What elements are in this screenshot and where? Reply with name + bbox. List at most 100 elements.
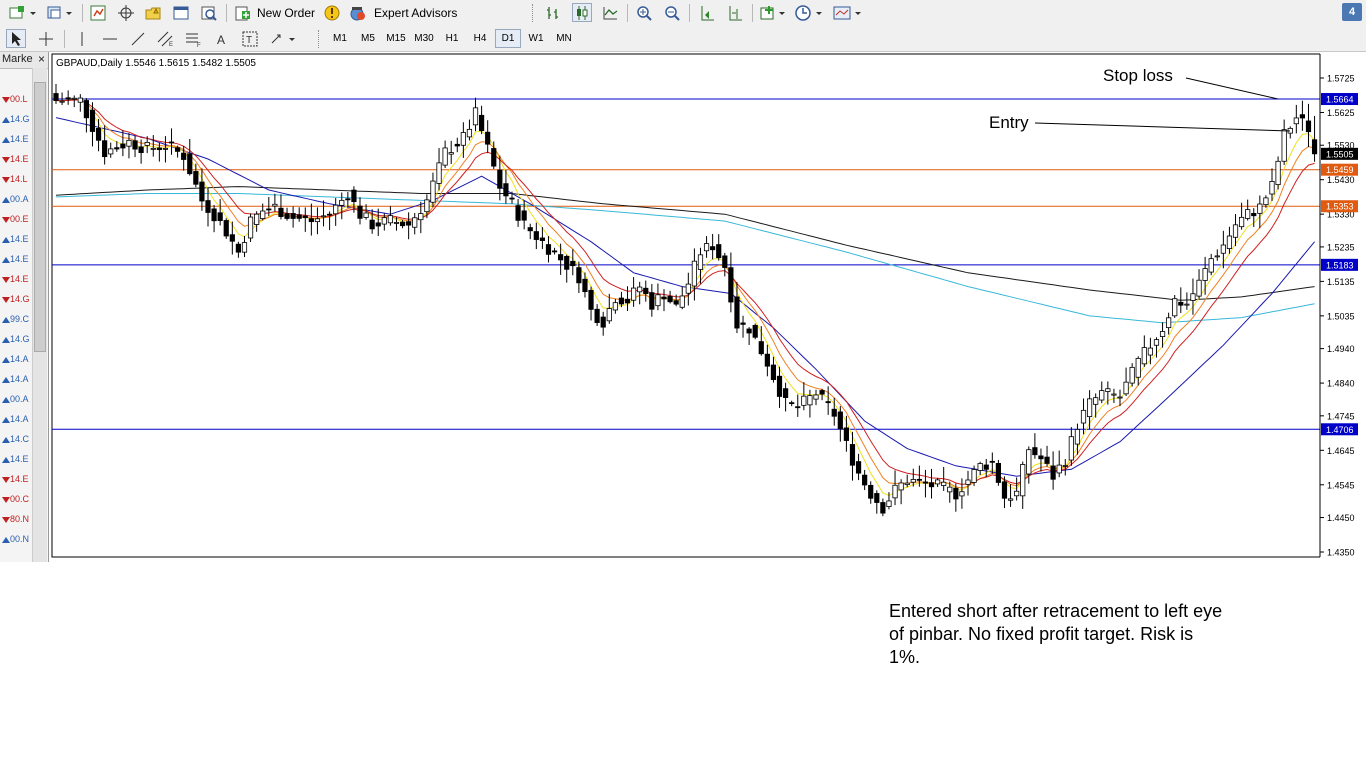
market-watch-row[interactable]: 80.N <box>0 510 30 530</box>
market-watch-row[interactable]: 00.N <box>0 530 30 550</box>
svg-text:F: F <box>197 43 201 47</box>
timeframe-h1[interactable]: H1 <box>439 29 465 48</box>
equidistant-channel-icon[interactable]: E <box>156 29 176 48</box>
zoom-out-icon[interactable] <box>662 3 682 22</box>
timeframe-w1[interactable]: W1 <box>523 29 549 48</box>
autotrading-warning-icon[interactable] <box>322 3 342 22</box>
candlestick-chart-icon[interactable] <box>572 3 592 22</box>
market-watch-row[interactable]: 14.E <box>0 230 30 250</box>
symbol-label: 14.G <box>10 334 30 344</box>
market-watch-row[interactable]: 14.C <box>0 430 30 450</box>
candle <box>247 213 254 242</box>
expert-advisors-icon <box>350 6 365 20</box>
market-watch-panel: Marke × 00.L 14.G 14.E 14.E 14.L 00.A 00.E 14.E… <box>0 52 49 562</box>
timeframe-h4[interactable]: H4 <box>467 29 493 48</box>
navigator-icon[interactable] <box>143 3 163 22</box>
close-icon[interactable]: × <box>38 52 45 66</box>
y-tick-label: 1.5035 <box>1327 311 1355 321</box>
trade-note: Entered short after retracement to left … <box>889 601 1223 667</box>
expert-advisors-button[interactable]: Expert Advisors <box>348 3 458 22</box>
symbol-label: 14.C <box>10 434 30 444</box>
level-price-label: 1.5183 <box>1326 260 1354 270</box>
symbol-label: 00.E <box>10 214 29 224</box>
timeframe-mn[interactable]: MN <box>551 29 577 48</box>
text-tool-icon[interactable]: A <box>212 29 232 48</box>
new-order-icon <box>235 6 250 20</box>
horizontal-line-icon[interactable] <box>100 29 120 48</box>
indicators-icon[interactable] <box>759 3 787 22</box>
timeframe-m15[interactable]: M15 <box>383 29 409 48</box>
periods-icon[interactable] <box>794 3 824 22</box>
timeframe-d1[interactable]: D1 <box>495 29 521 48</box>
candle <box>1172 295 1178 318</box>
y-tick-label: 1.4545 <box>1327 480 1355 490</box>
vertical-line-icon[interactable] <box>72 29 92 48</box>
timeframe-m30[interactable]: M30 <box>411 29 437 48</box>
terminal-icon[interactable] <box>171 3 191 22</box>
symbol-label: 14.L <box>10 174 28 184</box>
candle <box>752 323 758 340</box>
y-tick-label: 1.4840 <box>1327 379 1355 389</box>
chart-window[interactable]: 1.5725 1.5625 1.5530 1.5430 1.5330 1.5235 1.51… <box>50 52 1363 562</box>
market-watch-row[interactable]: 14.E <box>0 130 30 150</box>
current-price-label: 1.5505 <box>1326 149 1354 159</box>
market-watch-row[interactable]: 14.L <box>0 170 30 190</box>
text-label-icon[interactable]: T <box>240 29 260 48</box>
market-watch-row[interactable]: 14.G <box>0 110 30 130</box>
symbol-label: 14.E <box>10 234 29 244</box>
strategy-tester-icon[interactable] <box>199 3 219 22</box>
symbol-label: 14.G <box>10 294 30 304</box>
crosshair-tool-icon[interactable] <box>36 29 56 48</box>
svg-text:A: A <box>217 33 225 47</box>
market-watch-row[interactable]: 00.E <box>0 210 30 230</box>
y-tick-label: 1.5235 <box>1327 242 1355 252</box>
market-watch-row[interactable]: 14.A <box>0 350 30 370</box>
market-watch-row[interactable]: 00.L <box>0 90 30 110</box>
market-watch-row[interactable]: 14.G <box>0 330 30 350</box>
symbol-label: 00.N <box>10 534 30 544</box>
market-watch-row[interactable]: 00.A <box>0 190 30 210</box>
bar-chart-icon[interactable] <box>544 3 564 22</box>
y-tick-label: 1.4745 <box>1327 411 1355 421</box>
market-watch-row[interactable]: 14.G <box>0 290 30 310</box>
market-watch-row[interactable]: 00.C <box>0 490 30 510</box>
timeframe-m5[interactable]: M5 <box>355 29 381 48</box>
symbol-label: 00.C <box>10 494 30 504</box>
drawing-toolbar: E F A T M1 M5 M15 M30 H1 H4 D1 W1 MN <box>0 26 1366 52</box>
fibonacci-icon[interactable]: F <box>184 29 204 48</box>
market-watch-row[interactable]: 14.E <box>0 150 30 170</box>
market-watch-row[interactable]: 14.A <box>0 370 30 390</box>
market-watch-row[interactable]: 14.E <box>0 250 30 270</box>
arrows-tool-icon[interactable] <box>268 29 298 48</box>
price-chart[interactable]: 1.57251.56251.55301.54301.53301.52351.51… <box>50 52 1363 562</box>
cursor-icon[interactable] <box>6 29 26 48</box>
symbol-label: 14.E <box>10 154 29 164</box>
market-watch-scrollbar[interactable] <box>32 68 47 562</box>
market-watch-row[interactable]: 00.A <box>0 390 30 410</box>
symbol-label: 00.A <box>10 194 29 204</box>
symbol-label: 14.G <box>10 114 30 124</box>
new-order-button[interactable]: New Order <box>234 3 320 22</box>
chart-shift-icon[interactable] <box>725 3 745 22</box>
market-watch-row[interactable]: 14.A <box>0 410 30 430</box>
y-tick-label: 1.5135 <box>1327 277 1355 287</box>
y-tick-label: 1.4940 <box>1327 344 1355 354</box>
timeframe-m1[interactable]: M1 <box>327 29 353 48</box>
market-watch-row[interactable]: 99.C <box>0 310 30 330</box>
market-watch-row[interactable]: 14.E <box>0 450 30 470</box>
crosshair-icon[interactable] <box>116 3 136 22</box>
line-chart-icon[interactable] <box>600 3 620 22</box>
zoom-in-icon[interactable] <box>634 3 654 22</box>
profiles-icon[interactable] <box>44 3 76 22</box>
symbol-label: 80.N <box>10 514 30 524</box>
market-watch-row[interactable]: 14.E <box>0 470 30 490</box>
auto-scroll-icon[interactable] <box>697 3 717 22</box>
new-chart-icon[interactable] <box>6 3 38 22</box>
y-tick-label: 1.4350 <box>1327 548 1355 558</box>
market-watch-icon[interactable] <box>88 3 108 22</box>
notification-badge[interactable]: 4 <box>1342 3 1362 21</box>
market-watch-row[interactable]: 14.E <box>0 270 30 290</box>
trendline-icon[interactable] <box>128 29 148 48</box>
symbol-label: 14.A <box>10 354 29 364</box>
templates-icon[interactable] <box>832 3 864 22</box>
